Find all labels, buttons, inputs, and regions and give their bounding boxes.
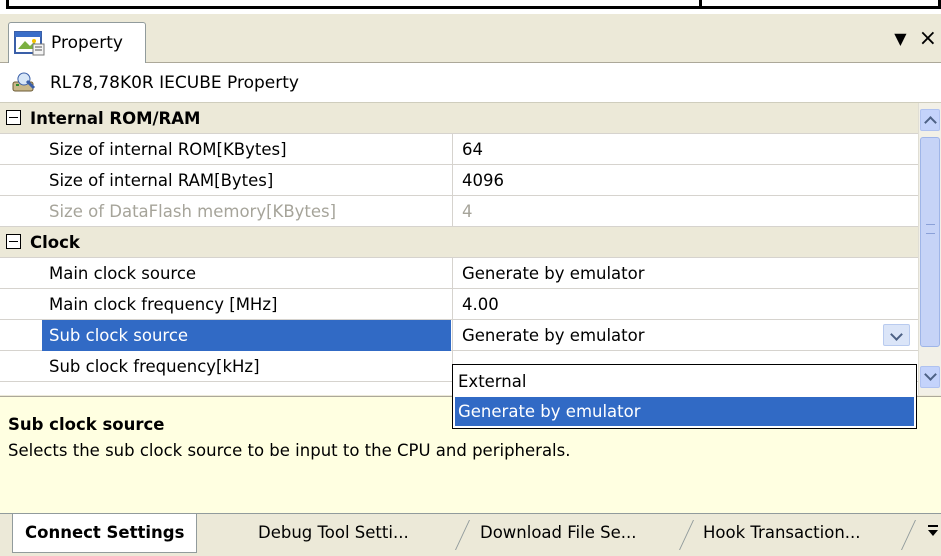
column-divider xyxy=(452,289,453,320)
category-internal-rom-ram[interactable]: Internal ROM/RAM xyxy=(0,103,918,134)
property-value[interactable]: 4096 xyxy=(462,165,504,196)
property-name: Size of internal ROM[KBytes] xyxy=(49,140,287,159)
property-value-select[interactable]: Generate by emulator xyxy=(462,320,645,351)
tab-label: Download File Se... xyxy=(480,523,637,542)
tab-separator xyxy=(679,520,694,550)
property-grid: Internal ROM/RAM Size of internal ROM[KB… xyxy=(0,103,918,395)
property-row-main-clock-frequency[interactable]: Main clock frequency [MHz] 4.00 xyxy=(0,289,918,320)
property-row-sub-clock-source[interactable]: Sub clock source Generate by emulator xyxy=(0,320,918,351)
tab-connect-settings[interactable]: Connect Settings xyxy=(12,514,198,553)
vertical-scrollbar[interactable] xyxy=(918,103,941,395)
close-icon[interactable]: × xyxy=(919,26,937,51)
tab-property-label: Property xyxy=(51,33,123,53)
category-clock[interactable]: Clock xyxy=(0,227,918,258)
top-divider xyxy=(699,0,702,9)
property-title: RL78,78K0R IECUBE Property xyxy=(50,72,299,93)
property-row-dataflash: Size of DataFlash memory[KBytes] 4 xyxy=(0,196,918,227)
emulator-icon xyxy=(10,69,38,97)
dropdown-option-generate-by-emulator[interactable]: Generate by emulator xyxy=(455,397,914,426)
column-divider xyxy=(452,258,453,289)
panel-header-buttons: ▼ × xyxy=(894,22,937,54)
property-row-main-clock-source[interactable]: Main clock source Generate by emulator xyxy=(0,258,918,289)
tab-debug-tool-settings[interactable]: Debug Tool Setti... xyxy=(258,514,409,552)
scroll-thumb[interactable] xyxy=(920,137,940,347)
tab-property[interactable]: Property xyxy=(8,22,146,63)
bottom-tab-bar: Connect Settings Debug Tool Setti... Dow… xyxy=(0,513,941,556)
collapse-icon[interactable] xyxy=(6,110,21,125)
property-row-internal-rom[interactable]: Size of internal ROM[KBytes] 64 xyxy=(0,134,918,165)
property-name: Size of DataFlash memory[KBytes] xyxy=(49,202,337,221)
top-strip xyxy=(0,0,941,14)
scroll-up-icon[interactable] xyxy=(920,109,940,131)
grip-icon xyxy=(926,224,935,234)
dropdown-list[interactable]: External Generate by emulator xyxy=(452,364,917,429)
tab-list-icon[interactable] xyxy=(927,522,939,548)
category-label: Internal ROM/RAM xyxy=(30,109,201,128)
dropdown-arrow-icon[interactable] xyxy=(883,324,910,346)
column-divider xyxy=(452,165,453,196)
property-value: 4 xyxy=(462,202,473,221)
scroll-down-icon[interactable] xyxy=(920,366,940,388)
property-name: Sub clock frequency[kHz] xyxy=(49,357,260,376)
tab-download-file-settings[interactable]: Download File Se... xyxy=(480,514,636,552)
menu-arrow-icon[interactable]: ▼ xyxy=(894,29,906,48)
tab-hook-transaction[interactable]: Hook Transaction... xyxy=(703,514,861,552)
description-text: Selects the sub clock source to be input… xyxy=(8,441,571,460)
column-divider xyxy=(452,134,453,165)
property-window-icon xyxy=(13,29,47,57)
property-title-row: RL78,78K0R IECUBE Property xyxy=(0,63,941,103)
property-value[interactable]: 4.00 xyxy=(462,289,499,320)
property-row-internal-ram[interactable]: Size of internal RAM[Bytes] 4096 xyxy=(0,165,918,196)
category-label: Clock xyxy=(30,233,80,252)
tab-separator xyxy=(455,520,470,550)
column-divider xyxy=(452,196,453,227)
collapse-icon[interactable] xyxy=(6,234,21,249)
dropdown-option-external[interactable]: External xyxy=(455,367,914,396)
property-value[interactable]: 64 xyxy=(462,134,483,165)
tab-label: Debug Tool Setti... xyxy=(258,523,409,542)
top-border xyxy=(6,0,941,9)
property-value[interactable]: Generate by emulator xyxy=(462,258,645,289)
column-divider xyxy=(452,320,453,351)
tab-label: Hook Transaction... xyxy=(703,523,861,542)
property-name: Main clock source xyxy=(49,264,197,283)
property-name: Sub clock source xyxy=(42,320,451,351)
description-title: Sub clock source xyxy=(8,415,165,434)
tab-label: Connect Settings xyxy=(25,523,185,542)
property-name: Main clock frequency [MHz] xyxy=(49,295,278,314)
tab-separator xyxy=(901,520,916,550)
property-name: Size of internal RAM[Bytes] xyxy=(49,171,274,190)
